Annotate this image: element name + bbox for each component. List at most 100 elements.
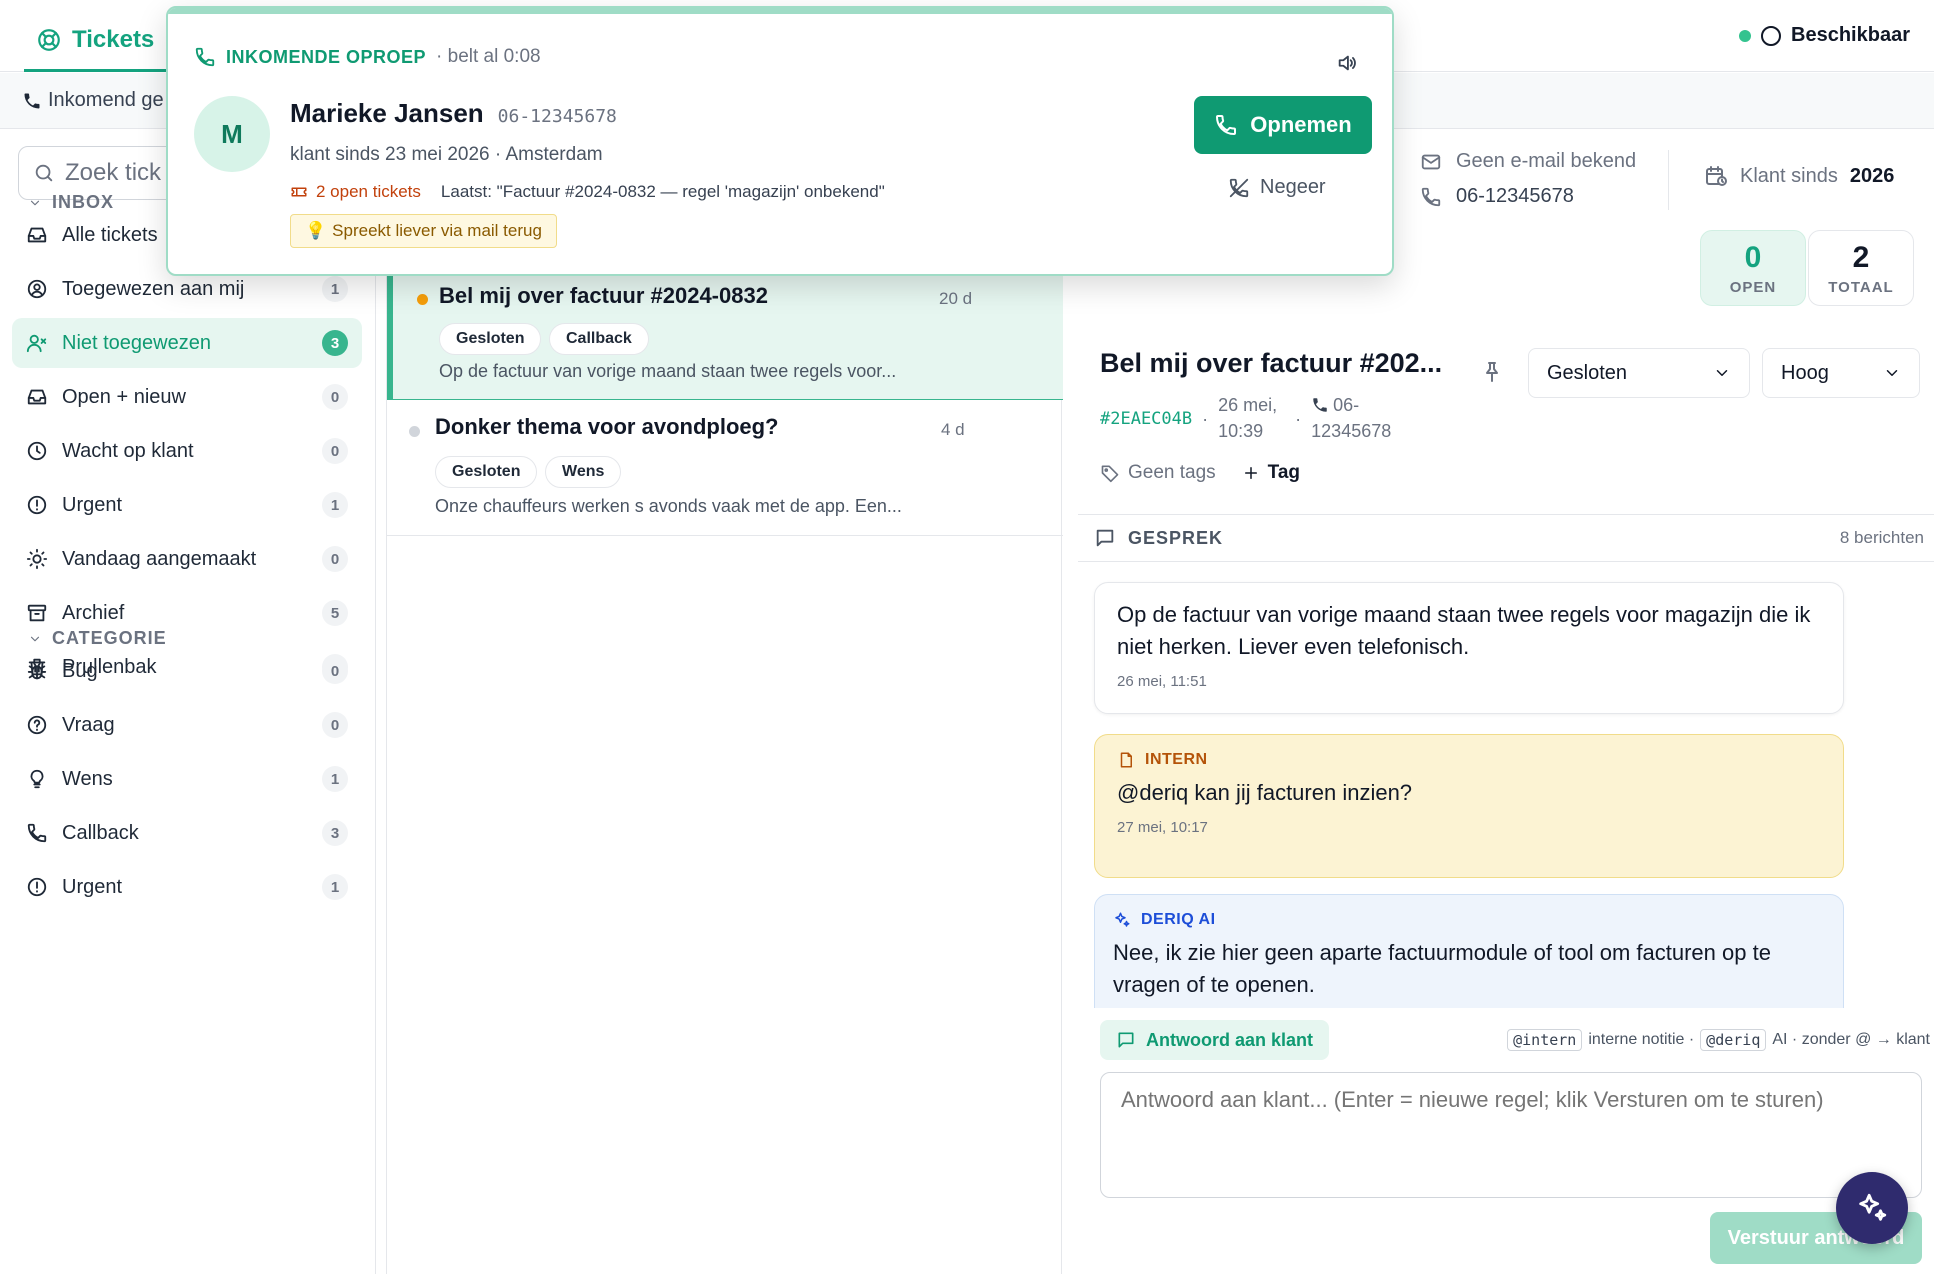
sidebar-item-callback[interactable]: Callback 3 [12, 808, 362, 858]
calendar-clock-icon [1706, 166, 1727, 186]
last-ticket: Laatst: "Factuur #2024-0832 — regel 'mag… [440, 182, 885, 201]
plus-icon [1244, 467, 1257, 479]
message-body: Nee, ik zie hier geen aparte factuurmodu… [1113, 940, 1771, 997]
call-header: INKOMENDE OPROEP · belt al 0:08 [194, 46, 541, 68]
alert-circle-icon [27, 495, 47, 515]
reply-tab-label: Antwoord aan klant [1146, 1029, 1314, 1050]
no-tags-label: Geen tags [1128, 462, 1216, 483]
sidebar-item-urgent-category[interactable]: Urgent 1 [12, 862, 362, 912]
ignore-label: Negeer [1260, 176, 1326, 198]
sidebar-item-label: Archief [62, 601, 125, 624]
message-body: Op de factuur van vorige maand staan twe… [1117, 602, 1811, 659]
reply-textarea[interactable] [1100, 1072, 1922, 1198]
divider [1668, 150, 1669, 210]
sparkles-icon [1859, 1193, 1887, 1221]
phone-icon [195, 47, 215, 67]
message-square-icon [1096, 529, 1114, 547]
open-tickets-link[interactable]: 2 open tickets [290, 182, 421, 202]
tab-tickets-label: Tickets [72, 25, 155, 53]
caller-since: klant sinds 23 mei 2026 · Amsterdam [290, 144, 603, 165]
status-value: Gesloten [1547, 361, 1628, 384]
ticket-preview: Op de factuur van vorige maand staan twe… [439, 361, 897, 381]
count-badge: 0 [322, 546, 348, 572]
ignore-call-button[interactable]: Negeer [1228, 176, 1326, 199]
open-tickets-label: 2 open tickets [316, 182, 421, 201]
search-input[interactable]: Zoek tick [65, 159, 161, 187]
count-badge: 1 [322, 766, 348, 792]
internal-note: INTERN @deriq kan jij facturen inzien? 2… [1094, 734, 1844, 878]
reply-bar: Antwoord aan klant @intern interne notit… [1100, 1018, 1930, 1062]
call-label: INKOMENDE OPROEP [226, 46, 427, 67]
sun-icon [26, 548, 48, 570]
ticket-id[interactable]: #2EAEC04B [1100, 406, 1192, 432]
availability-label: Beschikbaar [1791, 24, 1910, 46]
caller-info: 2 open tickets Laatst: "Factuur #2024-08… [290, 182, 885, 202]
reply-hints: @intern interne notitie · @deriq AI · zo… [1507, 1029, 1930, 1051]
caller-preference: 💡 Spreekt liever via mail terug [290, 214, 557, 248]
message-thread[interactable]: Op de factuur van vorige maand staan twe… [1078, 562, 1934, 1008]
contact-info: Geen e-mail bekend 06-12345678 [1420, 150, 1636, 208]
reply-to-customer-tab[interactable]: Antwoord aan klant [1100, 1020, 1330, 1060]
sidebar-item-label: Urgent [62, 875, 123, 898]
ticket-list: Bel mij over factuur #2024-0832 20 d Ges… [386, 130, 1063, 1274]
priority-dot [417, 294, 428, 305]
ticket-row-selected[interactable]: Bel mij over factuur #2024-0832 20 d Ges… [387, 272, 1063, 400]
search-icon [35, 164, 53, 182]
sidebar-item-bug[interactable]: Bug 0 [12, 646, 362, 696]
sidebar-item-label: Vraag [62, 713, 115, 736]
priority-dot [409, 426, 420, 437]
volume-icon[interactable] [1336, 52, 1358, 74]
pin-icon[interactable] [1480, 360, 1504, 384]
chevron-down-icon [1716, 370, 1728, 376]
phone-icon [1313, 398, 1327, 412]
incoming-calls-link[interactable]: Inkomend ge [22, 89, 164, 112]
contact-phone[interactable]: 06-12345678 [1456, 185, 1574, 208]
customer-since: Klant sinds 2026 [1704, 164, 1894, 188]
availability-status[interactable]: Beschikbaar [1739, 24, 1910, 47]
tag-icon [1101, 465, 1119, 483]
no-tags: Geen tags [1100, 462, 1216, 484]
user-x-icon [26, 334, 47, 353]
conversation-header: GESPREK 8 berichten [1078, 514, 1934, 562]
ticket-phone[interactable]: 06- 12345678 [1311, 392, 1391, 444]
tab-tickets[interactable]: Tickets [24, 10, 167, 72]
sidebar: Zoek tick INBOX Alle tickets 0 Toegeweze… [0, 130, 376, 1274]
total-label: TOTAAL [1828, 278, 1894, 296]
sidebar-item-unassigned[interactable]: Niet toegewezen 3 [12, 318, 362, 368]
bug-icon [27, 662, 47, 680]
accept-call-button[interactable]: Opnemen [1194, 96, 1372, 154]
status-select[interactable]: Gesloten [1528, 348, 1750, 398]
priority-select[interactable]: Hoog [1762, 348, 1920, 398]
sidebar-item-label: Open + nieuw [62, 385, 186, 408]
preference-label: Spreekt liever via mail terug [332, 221, 542, 240]
incoming-calls-label: Inkomend ge [48, 89, 164, 111]
sidebar-item-wish[interactable]: Wens 1 [12, 754, 362, 804]
sidebar-item-question[interactable]: Vraag 0 [12, 700, 362, 750]
alert-circle-icon [27, 877, 47, 897]
count-badge: 0 [322, 712, 348, 738]
open-label: OPEN [1729, 278, 1777, 296]
phone-icon [1421, 187, 1441, 206]
open-count: 0 [1744, 240, 1762, 274]
separator: · [1202, 409, 1209, 429]
hint-text: AI · zonder @ → klant [1772, 1031, 1930, 1048]
open-tickets-stat: 0 OPEN [1700, 230, 1806, 306]
ticket-tag: Callback [549, 323, 649, 355]
sidebar-item-created-today[interactable]: Vandaag aangemaakt 0 [12, 534, 362, 584]
lifebuoy-icon [38, 28, 60, 51]
call-progress-bar [168, 8, 1392, 14]
avatar: M [194, 96, 270, 172]
sidebar-item-urgent[interactable]: Urgent 1 [12, 480, 362, 530]
help-circle-icon [27, 715, 47, 735]
sidebar-item-label: Wens [62, 767, 113, 790]
conversation-label: GESPREK [1128, 527, 1224, 548]
add-tag-button[interactable]: Tag [1242, 462, 1300, 484]
sidebar-item-open-new[interactable]: Open + nieuw 0 [12, 372, 362, 422]
online-dot-icon [1739, 29, 1752, 42]
ai-assistant-button[interactable] [1836, 1172, 1908, 1244]
sidebar-item-waiting-on-customer[interactable]: Wacht op klant 0 [12, 426, 362, 476]
inbox-icon [27, 227, 47, 243]
ticket-row[interactable]: Donker thema voor avondploeg? 4 d Geslot… [387, 400, 1063, 536]
add-tag-label: Tag [1267, 462, 1301, 483]
ticket-date: 26 mei, 10:39 [1218, 392, 1277, 444]
